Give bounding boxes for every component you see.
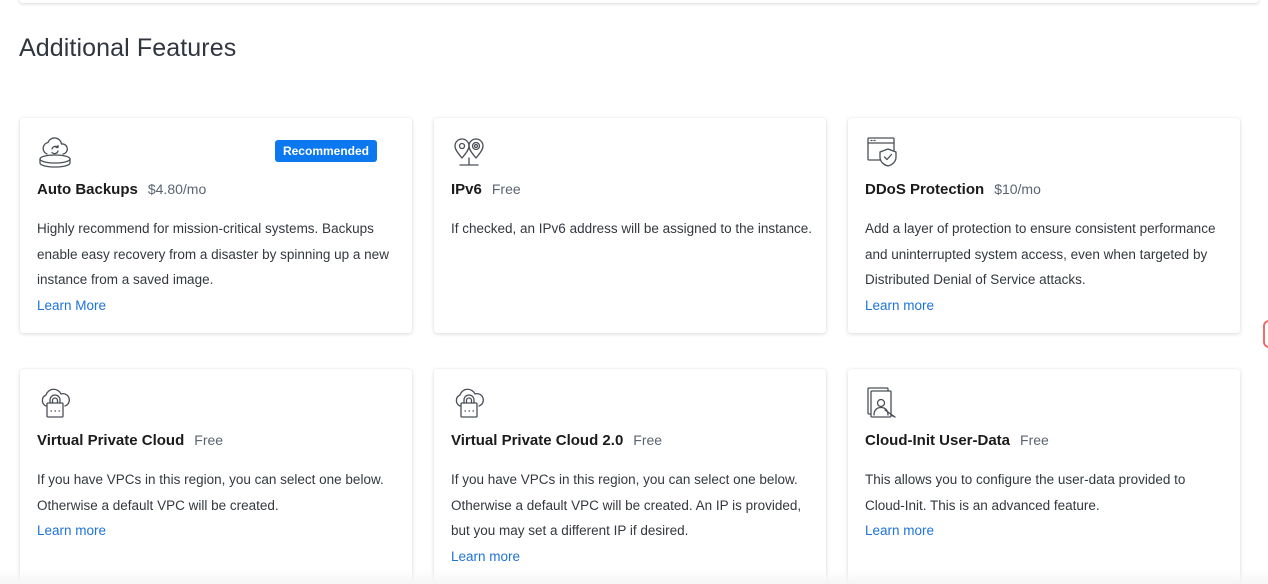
- card-description-text: If checked, an IPv6 address will be assi…: [451, 221, 812, 236]
- card-title: Virtual Private Cloud 2.0: [451, 432, 624, 449]
- card-description: If checked, an IPv6 address will be assi…: [451, 216, 812, 242]
- backup-icon: [37, 134, 73, 170]
- page: Additional Features Recommended Auto Bac…: [0, 0, 1268, 584]
- card-title: Virtual Private Cloud: [37, 432, 185, 449]
- card-price: Free: [491, 181, 521, 197]
- recommended-badge: Recommended: [274, 140, 377, 162]
- feature-card-virtual-private-cloud-2[interactable]: Virtual Private Cloud 2.0 Free If you hav…: [434, 369, 826, 584]
- card-description: If you have VPCs in this region, you can…: [451, 467, 812, 569]
- learn-more-link[interactable]: Learn more: [37, 523, 106, 538]
- card-description: Highly recommend for mission-critical sy…: [37, 216, 398, 318]
- card-description-text: If you have VPCs in this region, you can…: [37, 472, 384, 513]
- card-title-row: Auto Backups $4.80/mo: [37, 181, 206, 199]
- floating-help-button-edge[interactable]: [1263, 320, 1268, 348]
- learn-more-link[interactable]: Learn more: [451, 549, 520, 564]
- learn-more-link[interactable]: Learn more: [865, 298, 934, 313]
- cloud-lock-icon: [451, 385, 487, 421]
- card-title: Cloud-Init User-Data: [865, 432, 1011, 449]
- card-title-row: Virtual Private Cloud Free: [37, 432, 223, 450]
- card-title: Auto Backups: [37, 181, 138, 198]
- feature-card-cloud-init-user-data[interactable]: Cloud-Init User-Data Free This allows you…: [848, 369, 1240, 584]
- card-description: Add a layer of protection to ensure cons…: [865, 216, 1226, 318]
- card-description-text: This allows you to configure the user-da…: [865, 472, 1186, 513]
- card-description: This allows you to configure the user-da…: [865, 467, 1226, 544]
- feature-card-ddos-protection[interactable]: DDoS Protection $10/mo Add a layer of pro…: [848, 118, 1240, 333]
- card-price: Free: [633, 432, 663, 448]
- card-description: If you have VPCs in this region, you can…: [37, 467, 398, 544]
- section-title: Additional Features: [19, 34, 237, 62]
- card-price: $10/mo: [994, 181, 1041, 197]
- card-description-text: Highly recommend for mission-critical sy…: [37, 221, 389, 287]
- card-title: IPv6: [451, 181, 482, 198]
- card-title: DDoS Protection: [865, 181, 985, 198]
- previous-section-card-edge: [19, 0, 1259, 3]
- feature-card-auto-backups[interactable]: Recommended Auto Backups $4.80/mo Highly …: [20, 118, 412, 333]
- feature-card-ipv6[interactable]: IPv6 Free If checked, an IPv6 address wil…: [434, 118, 826, 333]
- shield-window-icon: [865, 134, 901, 170]
- user-document-icon: [865, 385, 901, 421]
- card-price: Free: [1020, 432, 1049, 448]
- card-price: $4.80/mo: [147, 181, 207, 197]
- bottom-fade: [0, 570, 1268, 584]
- learn-more-link[interactable]: Learn More: [37, 298, 106, 313]
- feature-card-virtual-private-cloud[interactable]: Virtual Private Cloud Free If you have VP…: [20, 369, 412, 584]
- card-title-row: DDoS Protection $10/mo: [865, 181, 1041, 199]
- card-title-row: Virtual Private Cloud 2.0 Free: [451, 432, 662, 450]
- learn-more-link[interactable]: Learn more: [865, 523, 934, 538]
- card-price: Free: [194, 432, 224, 448]
- card-description-text: Add a layer of protection to ensure cons…: [865, 221, 1216, 287]
- ipv6-location-icon: [451, 134, 487, 170]
- card-title-row: IPv6 Free: [451, 181, 521, 199]
- card-description-text: If you have VPCs in this region, you can…: [451, 472, 802, 538]
- cloud-lock-icon: [37, 385, 73, 421]
- card-title-row: Cloud-Init User-Data Free: [865, 432, 1049, 450]
